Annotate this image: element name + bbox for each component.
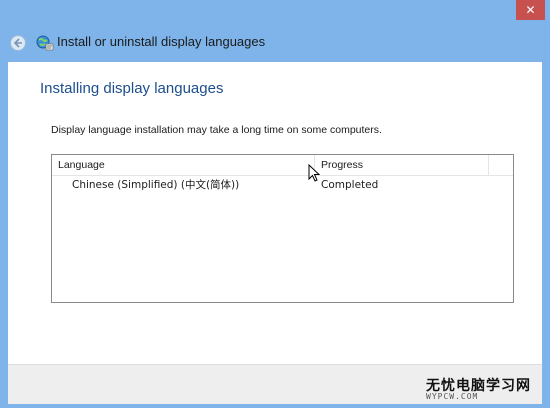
back-button[interactable] <box>10 35 26 51</box>
list-item[interactable]: Chinese (Simplified) (中文(简体)) Completed <box>52 176 513 196</box>
navigation-bar: Install or uninstall display languages <box>0 22 550 62</box>
back-arrow-icon <box>13 38 22 48</box>
list-header: Language Progress <box>52 155 513 176</box>
content-panel: Installing display languages Display lan… <box>8 62 542 364</box>
close-button[interactable]: ✕ <box>516 0 545 20</box>
column-header-progress[interactable]: Progress <box>315 155 489 175</box>
mouse-cursor-icon <box>308 164 320 182</box>
page-heading: Installing display languages <box>40 80 224 97</box>
watermark-subtext: WYPCW.COM <box>426 392 479 401</box>
description-text: Display language installation may take a… <box>51 124 382 136</box>
title-bar[interactable]: ✕ <box>0 0 550 22</box>
language-list[interactable]: Language Progress Chinese (Simplified) (… <box>51 154 514 303</box>
globe-language-icon <box>36 35 54 51</box>
progress-cell: Completed <box>321 179 379 191</box>
close-icon: ✕ <box>525 3 536 17</box>
dialog-window: ✕ Install or uninstall display languages… <box>0 0 550 408</box>
column-header-filler <box>489 155 513 175</box>
window-title: Install or uninstall display languages <box>57 34 266 49</box>
watermark-logo: 无忧电脑学习网 WYPCW.COM <box>416 372 546 404</box>
language-cell: Chinese (Simplified) (中文(简体)) <box>72 179 240 191</box>
column-header-language[interactable]: Language <box>52 155 315 175</box>
